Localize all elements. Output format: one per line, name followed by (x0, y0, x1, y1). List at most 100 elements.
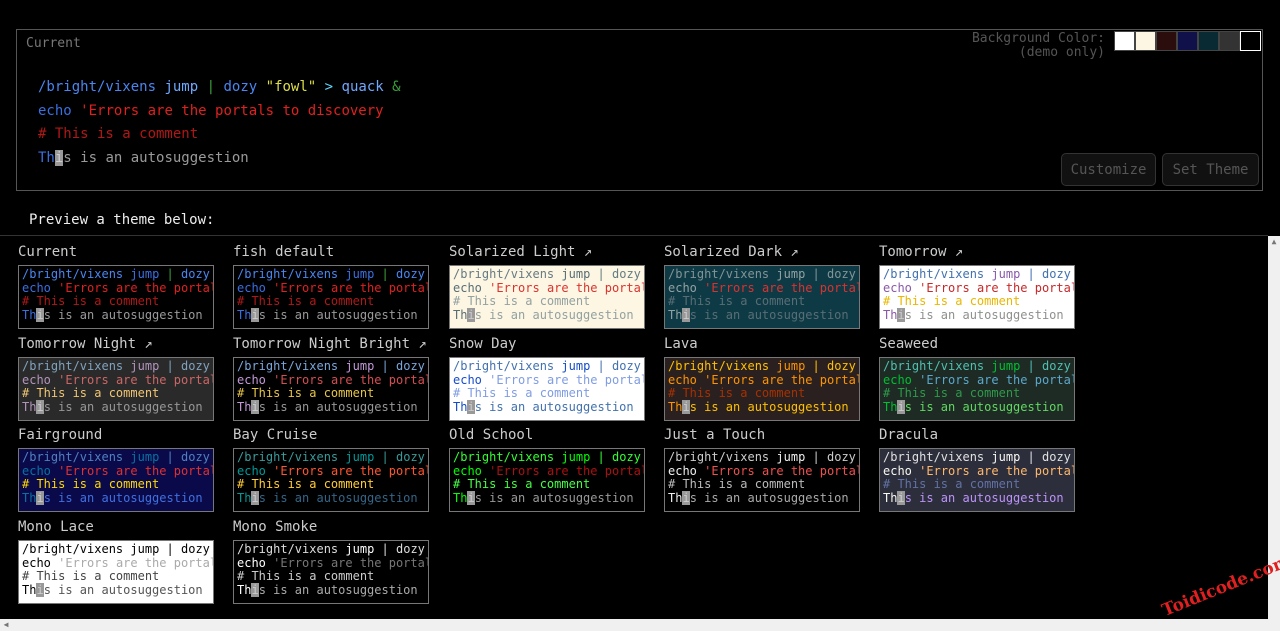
theme-card[interactable]: Snow Day/bright/vixens jump | dozy "echo… (449, 334, 645, 421)
preview-echo: echo (22, 555, 51, 570)
sample-line: # This is a comment (38, 123, 401, 147)
set-theme-button[interactable]: Set Theme (1162, 153, 1259, 186)
sample-token: & (392, 79, 401, 95)
theme-preview[interactable]: /bright/vixens jump | dozy "echo 'Errors… (233, 357, 429, 421)
theme-preview[interactable]: /bright/vixens jump | dozy "echo 'Errors… (18, 265, 214, 329)
theme-name[interactable]: Tomorrow ↗ (879, 242, 1075, 262)
theme-preview[interactable]: /bright/vixens jump | dozy "echo 'Errors… (449, 448, 645, 512)
cursor: i (897, 399, 905, 414)
preview-comment: # This is a comment (453, 294, 591, 309)
theme-preview[interactable]: /bright/vixens jump | dozy "echo 'Errors… (18, 357, 214, 421)
sample-token: Th (38, 149, 55, 166)
theme-preview[interactable]: /bright/vixens jump | dozy "echo 'Errors… (233, 448, 429, 512)
preview-command: jump (345, 450, 375, 464)
theme-card[interactable]: Old School/bright/vixens jump | dozy "ec… (449, 425, 645, 512)
theme-name[interactable]: Bay Cruise (233, 425, 429, 445)
theme-card[interactable]: Bay Cruise/bright/vixens jump | dozy "ec… (233, 425, 429, 512)
theme-name[interactable]: Old School (449, 425, 645, 445)
sample-token: # This is a comment (38, 126, 199, 142)
background-swatch[interactable] (1177, 31, 1198, 51)
theme-name[interactable]: Current (18, 242, 214, 262)
theme-card[interactable]: Tomorrow ↗ /bright/vixens jump | dozy "ec… (879, 242, 1075, 329)
theme-name[interactable]: Seaweed (879, 334, 1075, 354)
background-color-label-line1: Background Color: (971, 31, 1105, 46)
theme-name[interactable]: Tomorrow Night ↗ (18, 334, 214, 354)
theme-card[interactable]: Fairground/bright/vixens jump | dozy "ec… (18, 425, 214, 512)
preview-line: # This is a comment (453, 294, 644, 309)
theme-preview[interactable]: /bright/vixens jump | dozy "echo 'Errors… (879, 357, 1075, 421)
theme-preview[interactable]: /bright/vixens jump | dozy "echo 'Errors… (664, 448, 860, 512)
background-color-label: Background Color: (demo only) (972, 32, 1105, 60)
preview-param: dozy (1042, 450, 1071, 464)
scroll-left-icon[interactable]: ◀ (0, 619, 12, 631)
theme-name[interactable]: Tomorrow Night Bright ↗ (233, 334, 429, 354)
preview-comment: # This is a comment (22, 569, 160, 584)
theme-card[interactable]: Mono Smoke/bright/vixens jump | dozy "ec… (233, 517, 429, 604)
preview-typed: Th (237, 490, 252, 505)
scroll-up-icon[interactable]: ▲ (1268, 236, 1280, 248)
theme-preview[interactable]: /bright/vixens jump | dozy "echo 'Errors… (18, 540, 214, 604)
theme-name[interactable]: Solarized Dark ↗ (664, 242, 860, 262)
theme-preview[interactable]: /bright/vixens jump | dozy "echo 'Errors… (664, 357, 860, 421)
theme-name[interactable]: Solarized Light ↗ (449, 242, 645, 262)
theme-name[interactable]: Fairground (18, 425, 214, 445)
preview-path: /bright/vixens (237, 542, 339, 556)
theme-card[interactable]: Solarized Light ↗ /bright/vixens jump | d… (449, 242, 645, 329)
theme-name[interactable]: Lava (664, 334, 860, 354)
preview-line: echo 'Errors are the portals (22, 373, 213, 388)
preview-error-string: 'Errors are the portals (58, 280, 214, 295)
preview-line: This is an autosuggestion (668, 399, 859, 415)
theme-card[interactable]: fish default/bright/vixens jump | dozy "… (233, 242, 429, 329)
preview-command: jump (130, 359, 160, 373)
theme-preview[interactable]: /bright/vixens jump | dozy "echo 'Errors… (233, 265, 429, 329)
preview-path: /bright/vixens (22, 450, 124, 464)
theme-card[interactable]: Dracula/bright/vixens jump | dozy "echo … (879, 425, 1075, 512)
theme-preview[interactable]: /bright/vixens jump | dozy "echo 'Errors… (664, 265, 860, 329)
theme-name[interactable]: Mono Lace (18, 517, 214, 537)
theme-preview[interactable]: /bright/vixens jump | dozy "echo 'Errors… (449, 265, 645, 329)
theme-preview[interactable]: /bright/vixens jump | dozy "echo 'Errors… (879, 265, 1075, 329)
preview-pipe: | (597, 450, 605, 464)
preview-param: dozy (396, 542, 425, 556)
theme-preview[interactable]: /bright/vixens jump | dozy "echo 'Errors… (18, 448, 214, 512)
background-swatch[interactable] (1156, 31, 1177, 51)
theme-card[interactable]: Tomorrow Night ↗ /bright/vixens jump | do… (18, 334, 214, 421)
preview-line: echo 'Errors are the portals (22, 464, 213, 479)
preview-path: /bright/vixens (668, 359, 770, 373)
background-swatch[interactable] (1219, 31, 1240, 51)
background-swatch[interactable] (1135, 31, 1156, 51)
preview-line: /bright/vixens jump | dozy " (453, 450, 644, 465)
preview-line: This is an autosuggestion (453, 307, 644, 323)
background-swatch[interactable] (1240, 31, 1261, 51)
theme-name[interactable]: Snow Day (449, 334, 645, 354)
theme-preview[interactable]: /bright/vixens jump | dozy "echo 'Errors… (449, 357, 645, 421)
theme-name[interactable]: Just a Touch (664, 425, 860, 445)
theme-name[interactable]: Dracula (879, 425, 1075, 445)
current-theme-sample: /bright/vixens jump | dozy "fowl" > quac… (38, 76, 401, 170)
horizontal-scrollbar[interactable]: ◀ (0, 619, 1280, 631)
theme-card[interactable]: Seaweed/bright/vixens jump | dozy "echo … (879, 334, 1075, 421)
preview-line: echo 'Errors are the portals (453, 373, 644, 388)
theme-card[interactable]: Mono Lace/bright/vixens jump | dozy "ech… (18, 517, 214, 604)
theme-card[interactable]: Lava/bright/vixens jump | dozy "echo 'Er… (664, 334, 860, 421)
theme-preview[interactable]: /bright/vixens jump | dozy "echo 'Errors… (879, 448, 1075, 512)
customize-button[interactable]: Customize (1061, 153, 1156, 186)
preview-pipe: | (166, 267, 174, 281)
preview-typed: Th (453, 490, 468, 505)
theme-card[interactable]: Tomorrow Night Bright ↗ /bright/vixens ju… (233, 334, 429, 421)
theme-name[interactable]: Mono Smoke (233, 517, 429, 537)
preview-autosuggestion: s is an autosuggestion (904, 399, 1064, 414)
preview-param: dozy (1042, 267, 1071, 281)
theme-card[interactable]: Current/bright/vixens jump | dozy "echo … (18, 242, 214, 329)
preview-line: echo 'Errors are the portals (453, 281, 644, 296)
preview-line: echo 'Errors are the portals (883, 373, 1074, 388)
background-swatch[interactable] (1114, 31, 1135, 51)
current-label: Current (26, 36, 81, 51)
theme-preview[interactable]: /bright/vixens jump | dozy "echo 'Errors… (233, 540, 429, 604)
theme-card[interactable]: Solarized Dark ↗ /bright/vixens jump | do… (664, 242, 860, 329)
background-swatch[interactable] (1198, 31, 1219, 51)
cursor: i (36, 399, 44, 414)
theme-card[interactable]: Just a Touch/bright/vixens jump | dozy "… (664, 425, 860, 512)
preview-error-string: 'Errors are the portals (489, 463, 645, 478)
theme-name[interactable]: fish default (233, 242, 429, 262)
